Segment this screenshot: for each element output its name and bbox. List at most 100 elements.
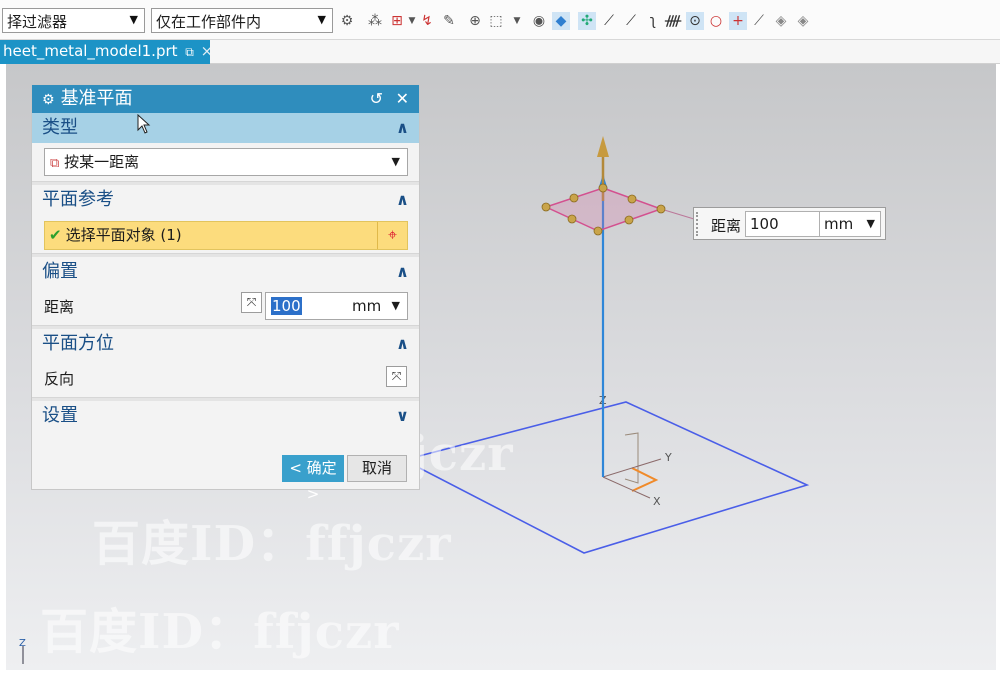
tangent-icon[interactable]: ⟋ [750,12,768,30]
shaded-icon[interactable]: ◉ [530,12,548,30]
distance-popup-unit: mm [824,215,854,233]
snap-grid-icon[interactable]: ✣ [578,12,596,30]
pin-icon[interactable]: ⧉ [185,45,194,59]
check-icon: ✔ [49,226,62,244]
section-orientation-title: 平面方位 [42,333,114,354]
distance-unit[interactable]: mm [352,293,381,319]
mouse-cursor-icon [137,114,151,134]
chevron-down-icon[interactable]: ▼ [392,293,400,319]
chevron-down-icon: ▼ [317,13,326,26]
selection-filter-value: 择过滤器 [7,13,68,31]
select-group-icon[interactable]: ⊕ [466,12,484,30]
cancel-button[interactable]: 取消 [347,455,407,482]
circle-icon[interactable]: ○ [707,12,725,30]
handle-point[interactable] [624,215,634,225]
chevron-down-icon[interactable]: ▼ [508,12,526,30]
section-type-header[interactable]: 类型 ∧ [32,113,419,143]
ok-button[interactable]: < 确定 > [282,455,344,503]
y-axis-line [602,458,662,478]
section-reference-title: 平面参考 [42,189,114,210]
crosshair-icon[interactable]: ⌖ [377,222,407,249]
document-tab-bar: heet_metal_model1.prt ⧉ × [0,40,1000,64]
handle-point[interactable] [567,214,577,224]
gear-icon: ⚙ [42,92,55,108]
top-toolbar: 择过滤器 ▼ 仅在工作部件内 ▼ ⚙ ⁂ ⊞ ▼ ↯ ✎ ⊕ ⬚ ▼ ◉ ◆ ✣… [0,0,1000,40]
scope-value: 仅在工作部件内 [156,13,262,31]
reset-icon[interactable]: ↺ [370,85,383,113]
chevron-up-icon[interactable]: ∧ [396,113,409,143]
distance-popup-value[interactable]: 100 [745,211,820,237]
flip-direction-icon[interactable]: ⤧ [386,366,407,387]
section-offset-title: 偏置 [42,261,78,282]
x-axis-line [602,476,651,499]
distance-input[interactable]: 100 mm ▼ [265,292,408,320]
handle-point[interactable] [541,202,551,212]
distance-popup-unit-select[interactable]: mm ▼ [819,211,881,237]
section-reference-header[interactable]: 平面参考 ∧ [32,185,419,215]
dialog-title-bar[interactable]: ⚙ 基准平面 ↺ ✕ [32,85,419,113]
reverse-label: 反向 [44,370,75,388]
distance-value[interactable]: 100 [271,297,302,315]
chevron-down-icon: ▼ [866,217,875,230]
solid-body-icon[interactable]: ◆ [552,12,570,30]
brush-icon[interactable]: ✎ [440,12,458,30]
chevron-up-icon[interactable]: ∧ [396,185,409,215]
close-icon[interactable]: × [201,42,210,60]
distance-onscreen-input[interactable]: 距离 100 mm ▼ [693,207,886,240]
close-icon[interactable]: ✕ [396,85,409,113]
section-settings-title: 设置 [42,405,78,426]
center-point-icon[interactable]: ⊙ [686,12,704,30]
scope-select[interactable]: 仅在工作部件内 ▼ [151,8,333,33]
chevron-down-icon[interactable]: ∨ [396,401,409,431]
flip-direction-icon[interactable]: ⤧ [241,292,262,313]
section-orientation-header[interactable]: 平面方位 ∧ [32,329,419,359]
chevron-up-icon[interactable]: ∧ [396,257,409,287]
reverse-row: 反向 ⤧ [32,359,419,397]
type-select[interactable]: ⧉ 按某一距离 ▼ [44,148,408,176]
cross-point-icon[interactable]: + [729,12,747,30]
datum-plane-dialog: ⚙ 基准平面 ↺ ✕ 类型 ∧ ⧉ 按某一距离 ▼ 平面参考 ∧ ✔ 选择平面对象 … [31,84,420,503]
direction-arrow-head[interactable] [597,136,609,157]
reference-row: ✔ 选择平面对象 (1) ⌖ [32,215,419,253]
chevron-down-icon: ▼ [129,13,138,26]
dialog-title: 基准平面 [60,88,133,109]
file-tab-label: heet_metal_model1.prt [3,42,178,60]
csys-highlight [631,467,659,492]
distance-label: 距离 [44,298,75,316]
edge-icon[interactable]: ⟋ [622,12,640,30]
leader-line [660,208,695,220]
drag-grip-icon[interactable] [696,212,701,236]
view-triad-label: Z [19,638,26,649]
file-tab[interactable]: heet_metal_model1.prt ⧉ × [0,40,210,64]
body-icon[interactable]: ◈ [794,12,812,30]
snap-icon[interactable]: ⚙ [338,12,356,30]
curve-icon[interactable]: ʅ [644,12,662,30]
selection-filter-select[interactable]: 择过滤器 ▼ [2,8,145,33]
handle-point[interactable] [593,226,603,236]
chevron-up-icon[interactable]: ∧ [396,329,409,359]
watermark: 百度ID：ffjczr [40,604,400,660]
handle-point[interactable] [569,193,579,203]
type-row: ⧉ 按某一距离 ▼ [32,143,419,181]
distance-popup-label: 距离 [711,217,742,235]
perpendicular-icon[interactable]: ᚎ [664,12,682,30]
section-settings-header[interactable]: 设置 ∨ [32,401,419,431]
distance-row: 距离 ⤧ 100 mm ▼ [32,287,419,325]
handle-point[interactable] [656,204,666,214]
follow-icon[interactable]: ↯ [418,12,436,30]
section-offset-header[interactable]: 偏置 ∧ [32,257,419,287]
line-icon[interactable]: ⟋ [600,12,618,30]
watermark: 百度ID：ffjczr [92,516,452,572]
y-axis-label: Y [664,451,672,464]
handle-point[interactable] [627,194,637,204]
handle-point[interactable] [598,183,608,193]
face-icon[interactable]: ◈ [772,12,790,30]
x-axis-label: X [653,495,661,508]
select-plane-label: 选择平面对象 (1) [65,226,182,244]
select-point-icon[interactable]: ⁂ [366,12,384,30]
csys-frame [624,432,639,484]
datum-plane-preview[interactable] [543,187,664,232]
rectangle-select-icon[interactable]: ⬚ [487,12,505,30]
select-plane-object[interactable]: ✔ 选择平面对象 (1) ⌖ [44,221,408,250]
type-select-value: 按某一距离 [64,153,140,171]
